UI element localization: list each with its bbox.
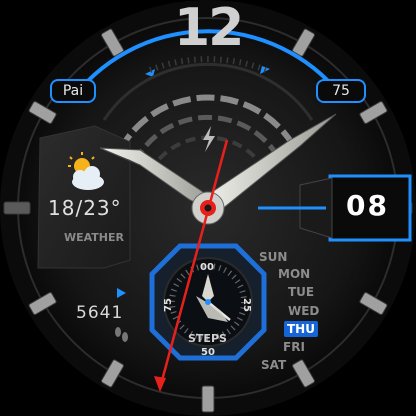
- weather-label: WEATHER: [64, 231, 125, 244]
- hour-index-6: [201, 385, 215, 413]
- subdial-left: 75: [162, 298, 174, 312]
- weather-temperature: 18/23°: [48, 196, 122, 220]
- hour-marker-12: 12: [174, 0, 244, 58]
- hour-index-9: [3, 201, 31, 215]
- steps-count: 5641: [76, 303, 124, 323]
- subdial-bottom: 50: [201, 347, 215, 358]
- subdial-right: 25: [240, 298, 252, 312]
- date-value: 08: [346, 189, 389, 222]
- subdial-label: STEPS: [188, 332, 227, 345]
- subdial-top: 00: [200, 262, 214, 273]
- badge-top-right: 75: [316, 79, 366, 103]
- badge-top-left: Pai: [50, 79, 96, 103]
